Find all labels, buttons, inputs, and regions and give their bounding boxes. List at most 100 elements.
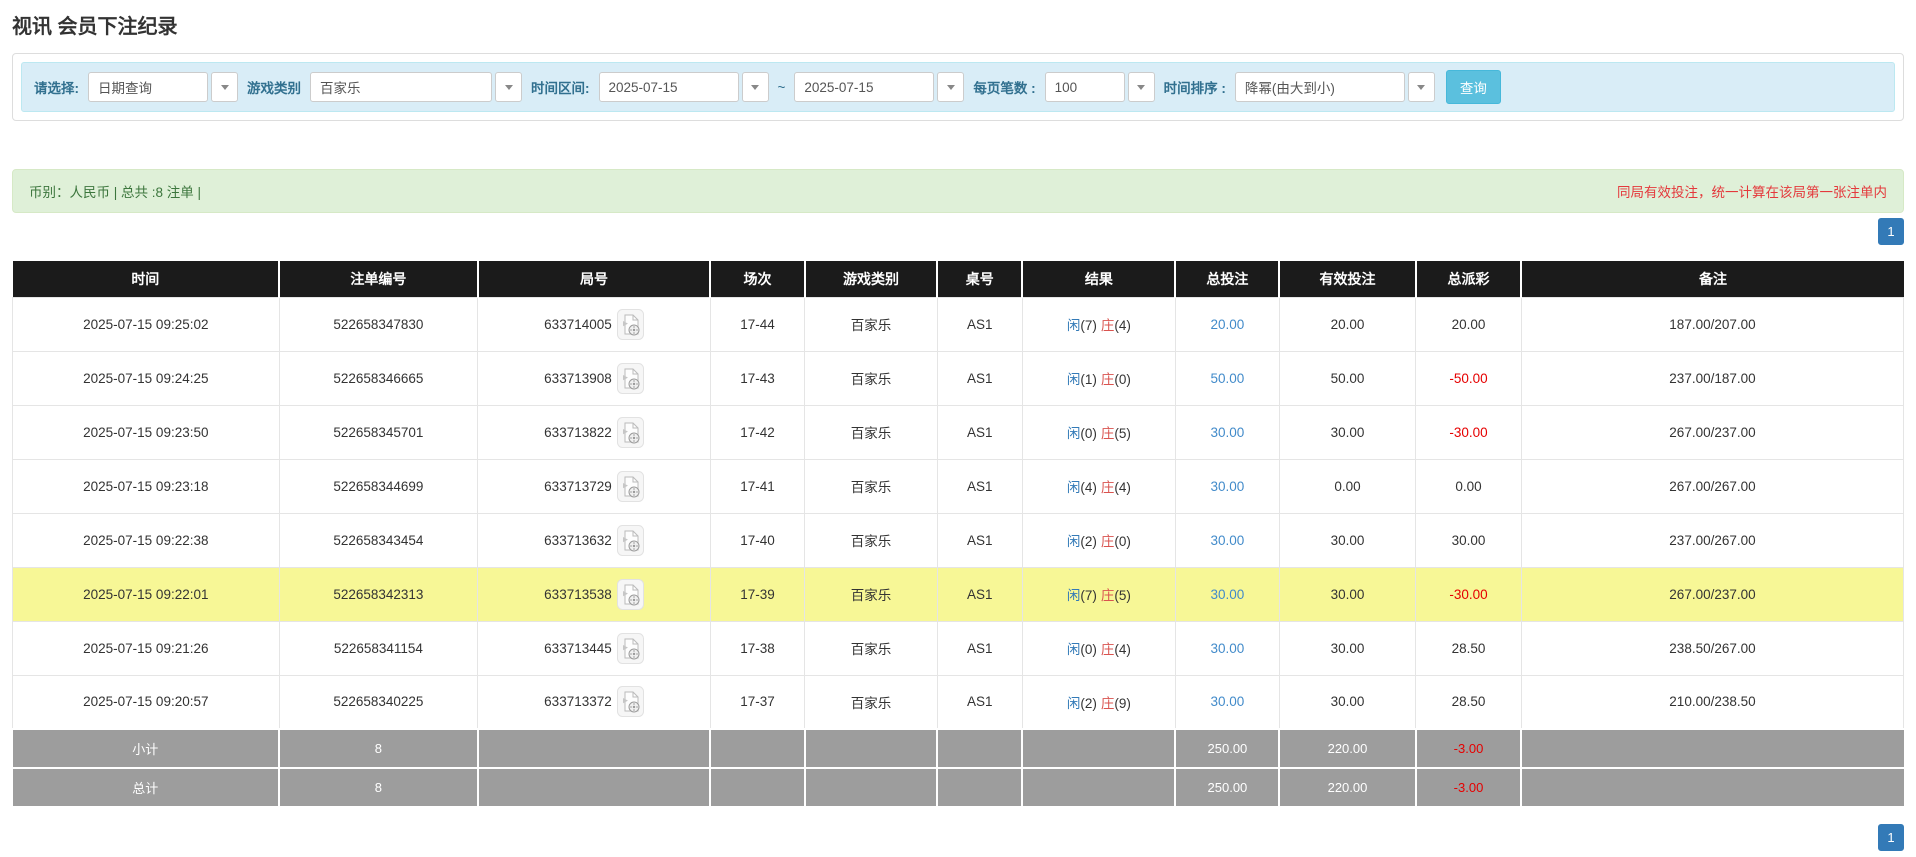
result-banker-count: (4) bbox=[1114, 318, 1131, 333]
total-bet-link[interactable]: 30.00 bbox=[1211, 641, 1245, 656]
subtotal-empty bbox=[709, 728, 806, 769]
time-sort-label: 时间排序 : bbox=[1163, 81, 1226, 96]
result-player: 闲 bbox=[1066, 318, 1081, 333]
cell-total-bet: 30.00 bbox=[1174, 620, 1280, 676]
result-player-count: (2) bbox=[1080, 534, 1097, 549]
result-banker-count: (5) bbox=[1114, 426, 1131, 441]
subtotal-empty bbox=[803, 728, 939, 769]
cell-valid-bet: 30.00 bbox=[1278, 512, 1417, 568]
result-banker: 庄 bbox=[1100, 372, 1115, 387]
subtotal-empty bbox=[476, 728, 712, 769]
total-total-bet: 250.00 bbox=[1174, 767, 1281, 808]
result-banker-count: (9) bbox=[1114, 695, 1131, 711]
cell-bet-id: 522658343454 bbox=[278, 512, 479, 568]
cell-remark: 187.00/207.00 bbox=[1520, 296, 1905, 352]
column-header-time: 时间 bbox=[12, 261, 280, 297]
date-to-value[interactable]: 2025-07-15 bbox=[794, 72, 935, 102]
column-header-result: 结果 bbox=[1021, 261, 1176, 297]
cell-payout: 30.00 bbox=[1415, 512, 1522, 568]
cell-round: 633713632 bbox=[477, 512, 711, 568]
total-bet-link[interactable]: 50.00 bbox=[1211, 371, 1245, 386]
result-banker-count: (0) bbox=[1114, 372, 1131, 387]
game-type-select[interactable]: 百家乐 bbox=[310, 72, 522, 102]
round-wrap: 633713372 bbox=[544, 686, 644, 718]
pagination-page-button[interactable]: 1 bbox=[1878, 824, 1904, 851]
cell-payout: 0.00 bbox=[1415, 458, 1522, 514]
result-banker: 庄 bbox=[1100, 534, 1115, 549]
chevron-down-icon[interactable] bbox=[937, 72, 965, 102]
chevron-down-icon[interactable] bbox=[1407, 72, 1435, 102]
cell-total-bet: 30.00 bbox=[1174, 404, 1280, 460]
result-player: 闲 bbox=[1066, 534, 1081, 549]
time-sort-value[interactable]: 降幂(由大到小) bbox=[1234, 72, 1405, 102]
column-header-table: 桌号 bbox=[936, 261, 1023, 297]
video-replay-button[interactable] bbox=[616, 524, 644, 556]
pagination-page-button[interactable]: 1 bbox=[1878, 218, 1904, 245]
cell-round: 633713538 bbox=[477, 566, 711, 622]
cell-total-bet: 30.00 bbox=[1174, 566, 1280, 622]
date-from-select[interactable]: 2025-07-15 bbox=[598, 72, 769, 102]
chevron-down-icon[interactable] bbox=[495, 72, 522, 102]
chevron-down-icon[interactable] bbox=[211, 72, 238, 102]
filter-panel: 请选择: 日期查询 游戏类别 百家乐 时间区间: 2025-07-15 ~ 20… bbox=[12, 53, 1904, 121]
result-banker-count: (0) bbox=[1114, 534, 1131, 549]
round-number: 633713822 bbox=[544, 424, 612, 440]
cell-bet-id: 522658340225 bbox=[278, 674, 479, 730]
query-type-select[interactable]: 日期查询 bbox=[88, 72, 238, 102]
cell-remark: 237.00/267.00 bbox=[1520, 512, 1905, 568]
video-icon bbox=[616, 308, 644, 340]
total-bet-link[interactable]: 30.00 bbox=[1211, 479, 1245, 494]
page-size-value[interactable]: 100 bbox=[1044, 72, 1125, 102]
column-header-round: 局号 bbox=[476, 261, 711, 297]
video-replay-button[interactable] bbox=[616, 578, 644, 610]
page-size-select[interactable]: 100 bbox=[1044, 72, 1155, 102]
cell-table: AS1 bbox=[936, 674, 1023, 730]
cell-time: 2025-07-15 09:22:38 bbox=[12, 512, 280, 568]
chevron-down-icon[interactable] bbox=[741, 72, 769, 102]
bet-records-table: 时间 注单编号 局号 场次 游戏类别 桌号 结果 总投注 有效投注 总派彩 备注… bbox=[12, 261, 1905, 808]
total-payout: -3.00 bbox=[1414, 767, 1523, 808]
result-banker: 庄 bbox=[1100, 480, 1115, 495]
total-bet-link[interactable]: 30.00 bbox=[1211, 694, 1245, 709]
video-replay-button[interactable] bbox=[616, 308, 644, 340]
total-label: 总计 bbox=[12, 767, 281, 808]
total-valid-bet: 220.00 bbox=[1278, 767, 1417, 808]
search-button[interactable]: 查询 bbox=[1445, 70, 1501, 104]
cell-valid-bet: 30.00 bbox=[1278, 674, 1417, 730]
video-replay-button[interactable] bbox=[616, 416, 644, 448]
video-replay-button[interactable] bbox=[616, 362, 644, 394]
video-icon bbox=[616, 470, 644, 502]
filter-bar: 请选择: 日期查询 游戏类别 百家乐 时间区间: 2025-07-15 ~ 20… bbox=[21, 62, 1895, 112]
date-from-value[interactable]: 2025-07-15 bbox=[598, 72, 739, 102]
video-replay-button[interactable] bbox=[616, 686, 644, 718]
total-bet-link[interactable]: 30.00 bbox=[1211, 587, 1245, 602]
subtotal-count: 8 bbox=[278, 728, 479, 769]
chevron-down-icon[interactable] bbox=[1127, 72, 1155, 102]
total-bet-link[interactable]: 30.00 bbox=[1211, 533, 1245, 548]
query-type-value[interactable]: 日期查询 bbox=[88, 72, 208, 102]
round-number: 633713729 bbox=[544, 478, 612, 494]
cell-bet-id: 522658344699 bbox=[278, 458, 479, 514]
cell-session: 17-39 bbox=[709, 566, 806, 622]
total-bet-link[interactable]: 30.00 bbox=[1211, 425, 1245, 440]
caret-icon bbox=[751, 84, 759, 90]
cell-game: 百家乐 bbox=[804, 674, 938, 730]
cell-payout: -30.00 bbox=[1415, 566, 1522, 622]
cell-table: AS1 bbox=[936, 620, 1023, 676]
video-replay-button[interactable] bbox=[616, 632, 644, 664]
game-type-value[interactable]: 百家乐 bbox=[310, 72, 492, 102]
date-to-select[interactable]: 2025-07-15 bbox=[794, 72, 965, 102]
cell-round: 633713729 bbox=[477, 458, 711, 514]
cell-table: AS1 bbox=[936, 512, 1023, 568]
time-range-label: 时间区间: bbox=[531, 81, 590, 96]
cell-payout: 28.50 bbox=[1415, 674, 1522, 730]
total-bet-link[interactable]: 20.00 bbox=[1211, 317, 1245, 332]
subtotal-valid-bet: 220.00 bbox=[1278, 728, 1417, 769]
result-banker-count: (4) bbox=[1114, 480, 1131, 495]
result-player-count: (0) bbox=[1080, 642, 1097, 657]
result-banker-count: (5) bbox=[1114, 588, 1131, 603]
game-type-label: 游戏类别 bbox=[247, 81, 301, 96]
video-replay-button[interactable] bbox=[616, 470, 644, 502]
time-sort-select[interactable]: 降幂(由大到小) bbox=[1234, 72, 1435, 102]
cell-remark: 237.00/187.00 bbox=[1520, 350, 1905, 406]
